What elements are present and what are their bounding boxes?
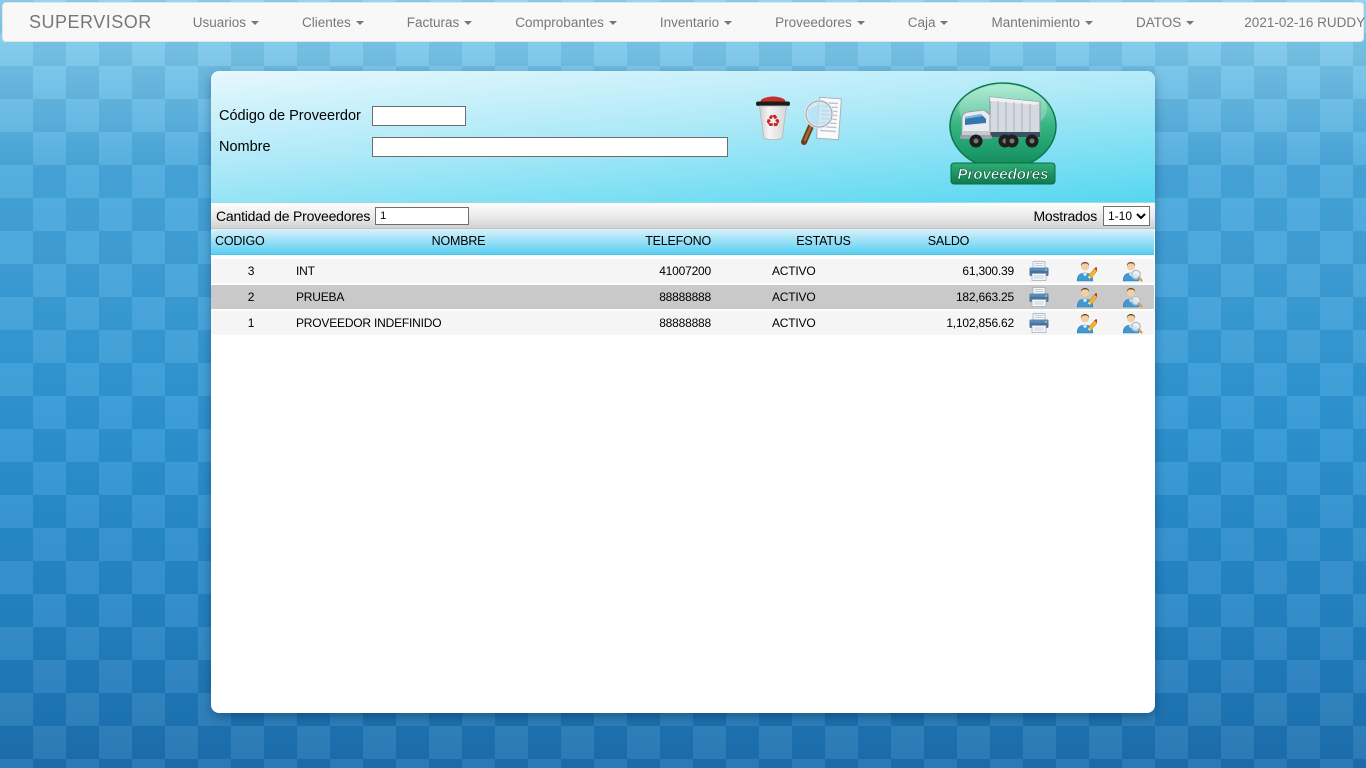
table-row[interactable]: 2 PRUEBA 88888888 ACTIVO 182,663.25 [211, 284, 1154, 310]
cell-estatus: ACTIVO [766, 284, 881, 310]
truck-logo-icon: Proveedores [948, 77, 1058, 193]
nombre-label: Nombre [219, 139, 372, 155]
edit-user-icon[interactable] [1073, 285, 1097, 309]
proveedores-table: CODIGO NOMBRE TELEFONO ESTATUS SALDO 3 I… [211, 229, 1154, 337]
toolbar-strip: Cantidad de Proveedores Mostrados 1-10 [211, 203, 1155, 229]
cell-telefono: 88888888 [626, 284, 711, 310]
nav-item-proveedores[interactable]: Proveedores [760, 15, 880, 30]
nav-item-label: Comprobantes [515, 15, 604, 30]
nav-item-inventario[interactable]: Inventario [645, 15, 747, 30]
nav-item-label: Facturas [407, 15, 460, 30]
brand-title[interactable]: SUPERVISOR [3, 12, 178, 33]
user-menu-label: 2021-02-16 RUDDY [1244, 15, 1365, 30]
nav-item-label: Caja [908, 15, 936, 30]
cell-saldo: 61,300.39 [881, 259, 1016, 284]
chevron-down-icon [1085, 21, 1093, 25]
nav-item-label: Proveedores [775, 15, 852, 30]
codigo-input[interactable] [372, 106, 466, 126]
nav-menu: Usuarios Clientes Facturas Comprobantes … [178, 15, 1223, 30]
cell-telefono: 41007200 [626, 259, 711, 284]
nav-item-label: Clientes [302, 15, 351, 30]
nav-item-mantenimiento[interactable]: Mantenimiento [976, 15, 1108, 30]
header-saldo[interactable]: SALDO [881, 229, 1016, 254]
cell-nombre: PROVEEDOR INDEFINIDO [291, 310, 626, 336]
view-user-icon[interactable] [1119, 311, 1143, 335]
nav-item-clientes[interactable]: Clientes [287, 15, 379, 30]
cell-saldo: 1,102,856.62 [881, 310, 1016, 336]
chevron-down-icon [251, 21, 259, 25]
chevron-down-icon [857, 21, 865, 25]
cell-codigo: 3 [211, 259, 291, 284]
cell-estatus: ACTIVO [766, 310, 881, 336]
cell-codigo: 1 [211, 310, 291, 336]
print-icon[interactable] [1027, 259, 1051, 283]
trash-recycle-icon[interactable] [751, 91, 795, 146]
table-header-row: CODIGO NOMBRE TELEFONO ESTATUS SALDO [211, 229, 1154, 254]
cell-codigo: 2 [211, 284, 291, 310]
view-user-icon[interactable] [1119, 259, 1143, 283]
edit-user-icon[interactable] [1073, 259, 1097, 283]
nav-item-caja[interactable]: Caja [893, 15, 964, 30]
mostrados-label: Mostrados [1033, 208, 1097, 224]
nav-item-label: Mantenimiento [991, 15, 1080, 30]
nav-item-datos[interactable]: DATOS [1121, 15, 1209, 30]
chevron-down-icon [609, 21, 617, 25]
header-estatus[interactable]: ESTATUS [766, 229, 881, 254]
proveedores-panel: Código de Proveerdor Nombre Proveedores … [211, 71, 1155, 713]
cell-telefono: 88888888 [626, 310, 711, 336]
cantidad-label: Cantidad de Proveedores [216, 208, 370, 224]
cantidad-input[interactable] [375, 207, 469, 225]
table-row[interactable]: 3 INT 41007200 ACTIVO 61,300.39 [211, 259, 1154, 284]
header-gap [711, 229, 766, 254]
header-nombre[interactable]: NOMBRE [291, 229, 626, 254]
codigo-label: Código de Proveerdor [219, 108, 372, 124]
nav-item-usuarios[interactable]: Usuarios [178, 15, 274, 30]
chevron-down-icon [356, 21, 364, 25]
cell-estatus: ACTIVO [766, 259, 881, 284]
cell-saldo: 182,663.25 [881, 284, 1016, 310]
logo-caption: Proveedores [958, 166, 1049, 183]
table-row[interactable]: 1 PROVEEDOR INDEFINIDO 88888888 ACTIVO 1… [211, 310, 1154, 336]
view-user-icon[interactable] [1119, 285, 1143, 309]
search-header: Código de Proveerdor Nombre Proveedores [211, 71, 1155, 203]
cell-nombre: PRUEBA [291, 284, 626, 310]
nombre-input[interactable] [372, 137, 728, 157]
top-navbar: SUPERVISOR Usuarios Clientes Facturas Co… [2, 2, 1364, 42]
header-codigo[interactable]: CODIGO [211, 229, 291, 254]
nav-item-label: Inventario [660, 15, 719, 30]
search-document-icon[interactable] [801, 96, 845, 151]
print-icon[interactable] [1027, 311, 1051, 335]
chevron-down-icon [940, 21, 948, 25]
nav-item-label: Usuarios [193, 15, 246, 30]
nav-item-facturas[interactable]: Facturas [392, 15, 488, 30]
cell-nombre: INT [291, 259, 626, 284]
edit-user-icon[interactable] [1073, 311, 1097, 335]
chevron-down-icon [1186, 21, 1194, 25]
header-actions [1108, 229, 1154, 254]
chevron-down-icon [464, 21, 472, 25]
user-menu[interactable]: 2021-02-16 RUDDY [1222, 15, 1366, 30]
nav-item-label: DATOS [1136, 15, 1181, 30]
header-actions [1062, 229, 1108, 254]
header-telefono[interactable]: TELEFONO [626, 229, 711, 254]
mostrados-select[interactable]: 1-10 [1103, 206, 1150, 226]
header-actions [1016, 229, 1062, 254]
print-icon[interactable] [1027, 285, 1051, 309]
chevron-down-icon [724, 21, 732, 25]
nav-item-comprobantes[interactable]: Comprobantes [500, 15, 632, 30]
